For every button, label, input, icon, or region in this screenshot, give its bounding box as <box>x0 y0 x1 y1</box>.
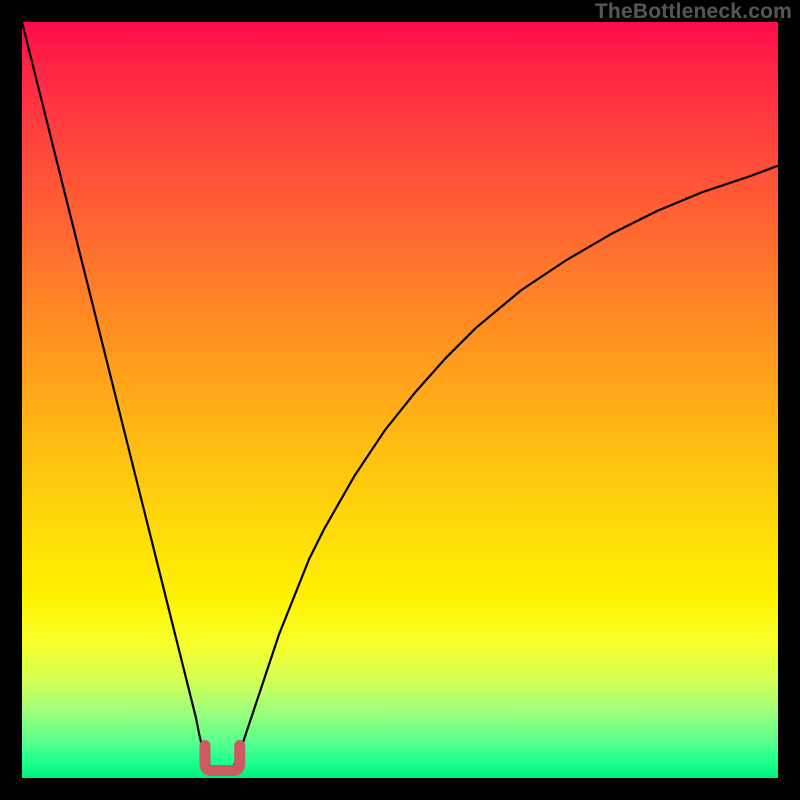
watermark-text: TheBottleneck.com <box>595 0 792 24</box>
curve-svg <box>22 22 778 778</box>
plot-area <box>22 22 778 778</box>
bottleneck-curve <box>22 22 778 772</box>
dip-marker <box>205 745 240 770</box>
chart-frame: TheBottleneck.com <box>0 0 800 800</box>
